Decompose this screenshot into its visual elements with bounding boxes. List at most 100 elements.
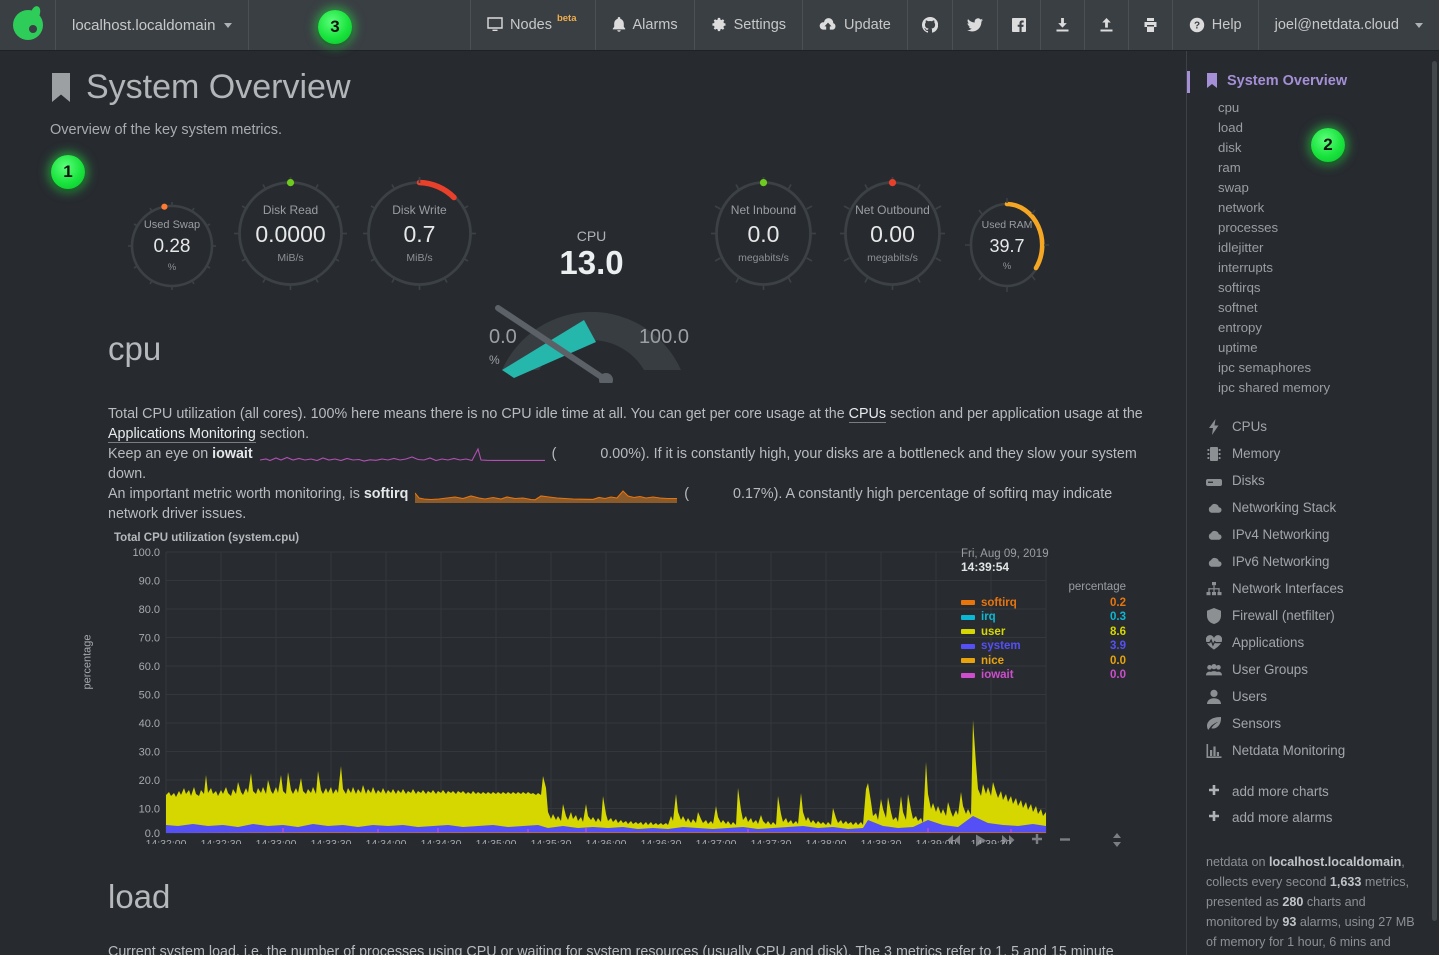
sidebar-section-system-overview[interactable]: System Overview bbox=[1187, 71, 1439, 93]
netdata-logo[interactable] bbox=[0, 0, 56, 50]
rewind-icon[interactable] bbox=[946, 834, 961, 846]
sidebar-item-idlejitter[interactable]: idlejitter bbox=[1187, 237, 1439, 257]
sidebar-label: User Groups bbox=[1232, 662, 1308, 677]
sidebar-item-disks[interactable]: Disks bbox=[1187, 467, 1439, 494]
bar-chart-icon bbox=[1206, 743, 1222, 758]
series-softirq-area bbox=[166, 832, 1046, 834]
gauge-value: 39.7 bbox=[989, 235, 1025, 256]
chart-total-cpu-utilization[interactable]: Total CPU utilization (system.cpu) perce… bbox=[82, 532, 1156, 848]
add-more-charts-button[interactable]: add more charts bbox=[1187, 778, 1439, 804]
gauge-value: 0.0000 bbox=[255, 221, 326, 248]
legend-item[interactable]: irq 0.3 bbox=[961, 610, 1126, 625]
gear-icon bbox=[712, 17, 726, 32]
sidebar-item-interrupts[interactable]: interrupts bbox=[1187, 257, 1439, 277]
nav-help[interactable]: ? Help bbox=[1171, 0, 1258, 50]
export-icon bbox=[1100, 18, 1113, 32]
cloud-icon bbox=[1208, 557, 1222, 567]
gauge-disk-read[interactable]: Disk Read 0.0000 MiB/s bbox=[226, 171, 355, 296]
nav-github[interactable] bbox=[906, 0, 952, 50]
sidebar-item-network[interactable]: network bbox=[1187, 197, 1439, 217]
legend-units: percentage bbox=[1068, 581, 1126, 594]
gauge-net-inbound[interactable]: Net Inbound 0.0 megabits/s bbox=[699, 171, 828, 296]
sidebar-label: Netdata Monitoring bbox=[1232, 743, 1346, 758]
play-icon[interactable] bbox=[975, 834, 987, 847]
sidebar-item-ram[interactable]: ram bbox=[1187, 157, 1439, 177]
chart-toolbar[interactable] bbox=[946, 832, 1122, 848]
sidebar-item-load[interactable]: load bbox=[1187, 117, 1439, 137]
svg-text:?: ? bbox=[1194, 21, 1200, 32]
main-content: System Overview Overview of the key syst… bbox=[0, 51, 1186, 955]
nav-alarms[interactable]: Alarms bbox=[594, 0, 694, 50]
sidebar-item-users[interactable]: Users bbox=[1187, 683, 1439, 710]
nav-print[interactable] bbox=[1127, 0, 1172, 50]
sidebar-item-sensors[interactable]: Sensors bbox=[1187, 710, 1439, 737]
legend-time: 14:39:54 bbox=[961, 560, 1010, 575]
svg-text:90.0: 90.0 bbox=[139, 576, 160, 588]
sidebar-item-networking-stack[interactable]: Networking Stack bbox=[1187, 494, 1439, 521]
applications-monitoring-link[interactable]: Applications Monitoring bbox=[108, 426, 256, 444]
nav-settings[interactable]: Settings bbox=[693, 0, 802, 50]
sidebar-item-ipc-semaphores[interactable]: ipc semaphores bbox=[1187, 357, 1439, 377]
cpu-gauge-value: 13.0 bbox=[559, 244, 624, 282]
add-more-alarms-button[interactable]: add more alarms bbox=[1187, 804, 1439, 830]
sidebar-item-cpu[interactable]: cpu bbox=[1187, 97, 1439, 117]
sidebar-item-ipv6-networking[interactable]: IPv6 Networking bbox=[1187, 548, 1439, 575]
svg-text:40.0: 40.0 bbox=[139, 718, 160, 730]
svg-text:10.0: 10.0 bbox=[139, 804, 160, 816]
nav-nodes[interactable]: Nodes beta bbox=[470, 0, 594, 50]
sidebar-item-softnet[interactable]: softnet bbox=[1187, 297, 1439, 317]
sidebar-item-cpus[interactable]: CPUs bbox=[1187, 413, 1439, 440]
footer-metrics-count: 1,633 bbox=[1329, 875, 1362, 889]
sidebar-item-network-interfaces[interactable]: Network Interfaces bbox=[1187, 575, 1439, 602]
legend-label-irq: irq bbox=[981, 611, 996, 624]
sidebar-item-softirqs[interactable]: softirqs bbox=[1187, 277, 1439, 297]
legend-item[interactable]: iowait 0.0 bbox=[961, 668, 1126, 683]
sidebar-label: add more charts bbox=[1232, 783, 1329, 799]
sidebar-item-ipv4-networking[interactable]: IPv4 Networking bbox=[1187, 521, 1439, 548]
nav-twitter[interactable] bbox=[951, 0, 997, 50]
sidebar-item-processes[interactable]: processes bbox=[1187, 217, 1439, 237]
sidebar-item-ipc-shared-memory[interactable]: ipc shared memory bbox=[1187, 377, 1439, 397]
legend-item[interactable]: system 3.9 bbox=[961, 639, 1126, 654]
chart-canvas[interactable]: percentage 100.0 90.0 80.0 70.0 60.0 50.0 40… bbox=[82, 544, 1138, 848]
sidebar-item-user-groups[interactable]: User Groups bbox=[1187, 656, 1439, 683]
zoom-out-icon[interactable] bbox=[1058, 833, 1072, 847]
sidebar-item-firewall[interactable]: Firewall (netfilter) bbox=[1187, 602, 1439, 629]
zoom-in-icon[interactable] bbox=[1030, 833, 1044, 847]
nav-export[interactable] bbox=[1083, 0, 1128, 50]
memory-icon bbox=[1207, 446, 1221, 461]
gauge-used-swap[interactable]: Used Swap 0.28 % bbox=[118, 196, 226, 296]
legend-item[interactable]: user 8.6 bbox=[961, 624, 1126, 639]
sidebar-item-entropy[interactable]: entropy bbox=[1187, 317, 1439, 337]
sidebar-item-applications[interactable]: Applications bbox=[1187, 629, 1439, 656]
nav-import[interactable] bbox=[1039, 0, 1084, 50]
page-title: System Overview bbox=[50, 68, 1156, 106]
sidebar-item-memory[interactable]: Memory bbox=[1187, 440, 1439, 467]
gauge-label: Disk Read bbox=[262, 203, 319, 218]
gauge-used-ram[interactable]: Used RAM 39.7 % bbox=[957, 194, 1057, 296]
nav-update[interactable]: Update bbox=[802, 0, 907, 50]
gauge-units: megabits/s bbox=[867, 252, 918, 265]
resize-icon[interactable] bbox=[1112, 832, 1122, 848]
cpus-link[interactable]: CPUs bbox=[848, 406, 886, 424]
sidebar-item-uptime[interactable]: uptime bbox=[1187, 337, 1439, 357]
footer-alarms-count: 93 bbox=[1282, 915, 1297, 929]
paren-open-1: ( bbox=[551, 446, 557, 463]
svg-text:14:33:30: 14:33:30 bbox=[311, 838, 352, 844]
legend-item[interactable]: nice 0.0 bbox=[961, 653, 1126, 668]
legend-value-system: 3.9 bbox=[1110, 640, 1126, 653]
forward-icon[interactable] bbox=[1001, 834, 1016, 846]
footer-p1: netdata on bbox=[1206, 855, 1270, 869]
svg-text:14:37:30: 14:37:30 bbox=[751, 838, 792, 844]
gauge-net-outbound[interactable]: Net Outbound 0.00 megabits/s bbox=[828, 171, 957, 296]
hostname-dropdown[interactable]: localhost.localdomain bbox=[56, 0, 250, 50]
legend-item[interactable]: softirq 0.2 bbox=[961, 595, 1126, 610]
account-menu[interactable]: joel@netdata.cloud bbox=[1257, 0, 1439, 50]
nav-facebook[interactable] bbox=[996, 0, 1040, 50]
gauge-disk-write[interactable]: Disk Write 0.7 MiB/s bbox=[355, 171, 484, 296]
sidebar-scrollbar[interactable] bbox=[1432, 61, 1437, 921]
bookmark-icon bbox=[1207, 73, 1217, 88]
sidebar-item-netdata-monitoring[interactable]: Netdata Monitoring bbox=[1187, 737, 1439, 764]
chevron-down-icon bbox=[1415, 22, 1423, 28]
sidebar-item-swap[interactable]: swap bbox=[1187, 177, 1439, 197]
